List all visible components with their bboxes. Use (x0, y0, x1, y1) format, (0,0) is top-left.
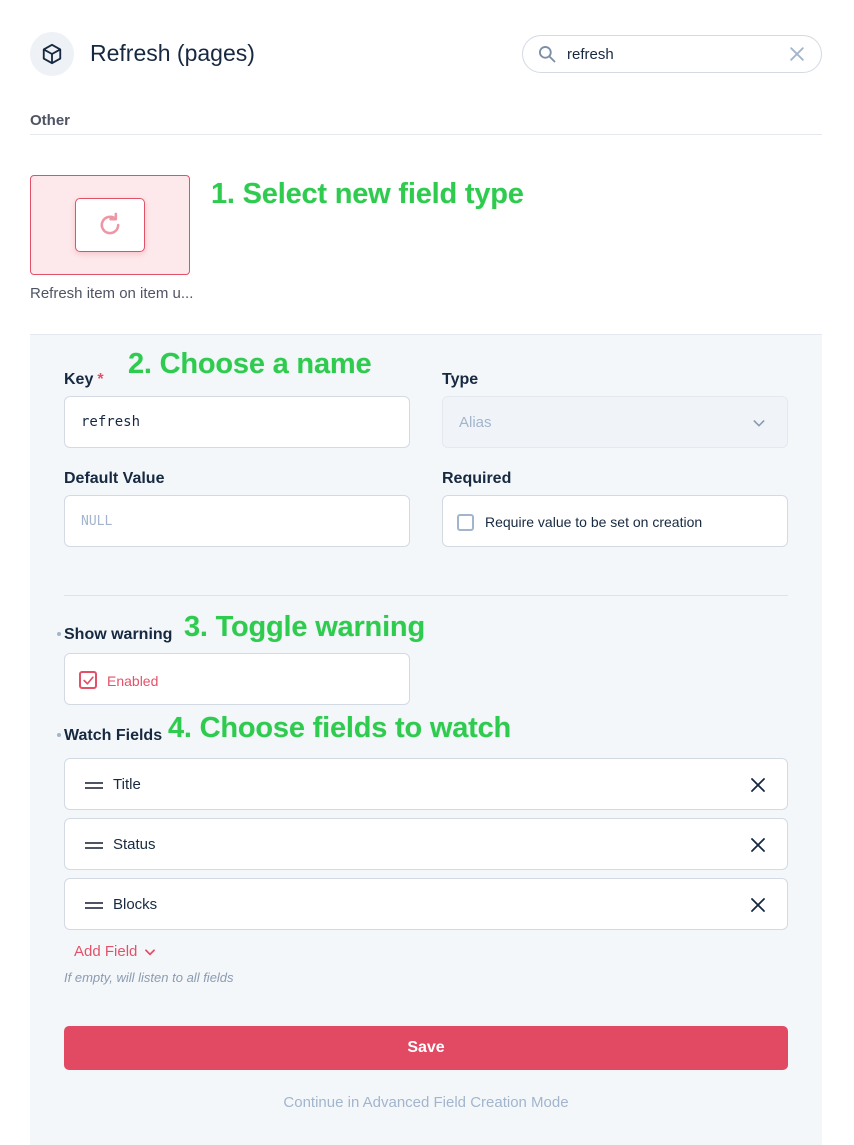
key-input-value: refresh (81, 414, 141, 430)
page-title: Refresh (pages) (90, 40, 255, 66)
drag-handle-icon[interactable] (85, 902, 103, 909)
chevron-down-icon (145, 948, 156, 955)
field-dot (57, 733, 61, 737)
default-value-label: Default Value (64, 470, 165, 487)
drag-handle-icon[interactable] (85, 842, 103, 849)
list-item-label: Status (113, 836, 156, 853)
show-warning-label: Show warning (64, 626, 173, 643)
required-marker: * (97, 371, 104, 388)
annotation-step-4: 4. Choose fields to watch (168, 712, 512, 744)
watch-fields-label: Watch Fields (64, 727, 163, 744)
show-warning-toggle[interactable]: Enabled (64, 653, 410, 705)
field-type-caption: Refresh item on item u... (30, 285, 194, 302)
chevron-down-icon (751, 415, 767, 436)
annotation-step-2: 2. Choose a name (128, 348, 372, 380)
required-checkbox-label: Require value to be set on creation (485, 514, 703, 530)
field-dot (57, 632, 61, 636)
section-divider (30, 134, 822, 135)
key-input[interactable]: refresh (64, 396, 410, 448)
add-field-label: Add Field (74, 943, 138, 960)
field-type-card[interactable] (30, 175, 190, 275)
cube-icon (42, 43, 62, 65)
form-divider (64, 595, 788, 596)
default-value-placeholder: NULL (81, 514, 113, 529)
watch-fields-hint: If empty, will listen to all fields (64, 970, 234, 985)
collection-icon (30, 32, 74, 76)
checkbox-checked-icon[interactable] (79, 671, 97, 689)
required-checkbox-field[interactable]: Require value to be set on creation (442, 495, 788, 547)
save-button[interactable]: Save (64, 1026, 788, 1070)
close-icon[interactable] (749, 836, 767, 859)
close-icon[interactable] (787, 44, 807, 69)
add-field-button[interactable]: Add Field (74, 943, 157, 960)
search-bar[interactable] (522, 35, 822, 73)
annotation-step-1: 1. Select new field type (211, 178, 524, 210)
type-label: Type (442, 371, 479, 388)
default-value-input[interactable]: NULL (64, 495, 410, 547)
close-icon[interactable] (749, 776, 767, 799)
list-item[interactable]: Status (64, 818, 788, 870)
type-select[interactable]: Alias (442, 396, 788, 448)
refresh-icon (100, 212, 120, 235)
field-type-icon-wrap (75, 198, 145, 252)
drag-handle-icon[interactable] (85, 782, 103, 789)
list-item-label: Title (113, 776, 141, 793)
show-warning-toggle-label: Enabled (107, 673, 159, 689)
close-icon[interactable] (749, 896, 767, 919)
search-icon (537, 44, 557, 69)
annotation-step-3: 3. Toggle warning (184, 611, 425, 643)
list-item[interactable]: Blocks (64, 878, 788, 930)
section-label: Other (30, 112, 71, 129)
list-item-label: Blocks (113, 896, 158, 913)
list-item[interactable]: Title (64, 758, 788, 810)
key-label-text: Key (64, 371, 94, 388)
type-select-value: Alias (459, 414, 492, 431)
required-checkbox[interactable] (457, 514, 474, 531)
advanced-mode-link[interactable]: Continue in Advanced Field Creation Mode (64, 1094, 788, 1111)
required-label: Required (442, 470, 512, 487)
key-label: Key * (64, 371, 104, 389)
search-input[interactable] (567, 42, 777, 66)
